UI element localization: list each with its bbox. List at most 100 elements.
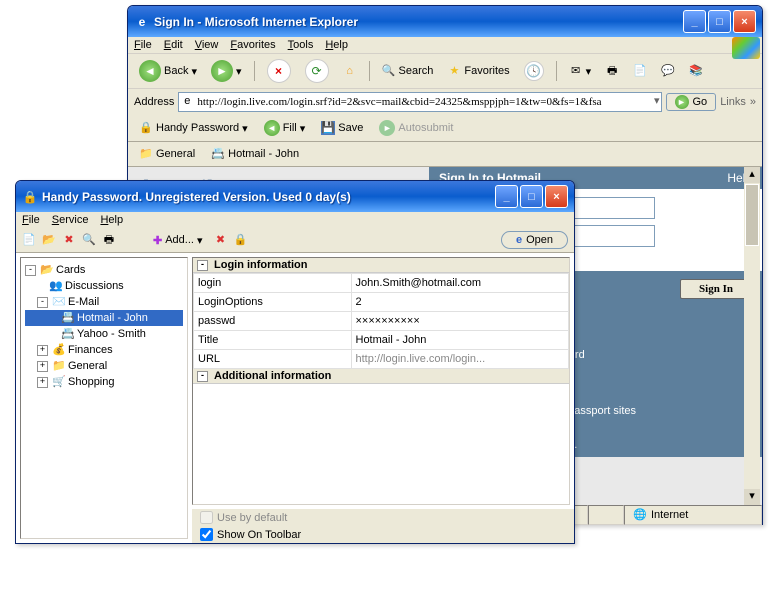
tree-discussions[interactable]: 👥Discussions [25,278,183,294]
autosubmit-button[interactable]: ►Autosubmit [374,118,458,138]
hp-toolbar: 📄 📂 ✖ 🔍 🖶 ✚Add... ▾ ✖ 🔒 eOpen [16,228,574,253]
handy-password-window: 🔒 Handy Password. Unregistered Version. … [15,180,575,544]
hp-maximize-button[interactable]: □ [520,185,543,208]
card-tree[interactable]: -📂Cards 👥Discussions -✉️E-Mail 📇Hotmail … [20,257,188,539]
expand-icon[interactable]: + [37,361,48,372]
row-login: loginJohn.Smith@hotmail.com [194,274,569,293]
tree-email[interactable]: -✉️E-Mail [25,294,183,310]
open-folder-icon[interactable]: 📂 [42,233,56,247]
expand-icon[interactable]: + [37,377,48,388]
tree-hotmail-john[interactable]: 📇Hotmail - John [25,310,183,326]
change-icon[interactable]: 🔒 [234,233,248,247]
section-login-info[interactable]: -Login information [193,258,569,273]
add-button[interactable]: ✚Add... ▾ [148,232,208,249]
detail-panel: -Login information loginJohn.Smith@hotma… [192,257,570,505]
fill-button[interactable]: ◄Fill ▾ [259,118,311,138]
close-button[interactable]: × [733,10,756,33]
remove-icon[interactable]: ✖ [214,233,228,247]
windows-logo-icon [732,37,760,59]
edit-button[interactable]: 📄 [628,62,652,80]
collapse-icon[interactable]: - [25,265,36,276]
minimize-button[interactable]: _ [683,10,706,33]
discuss-icon: 💬 [661,64,675,78]
menu-file[interactable]: File [134,39,152,51]
hp-close-button[interactable]: × [545,185,568,208]
maximize-button[interactable]: □ [708,10,731,33]
mail-button[interactable]: ✉▾ [564,62,597,80]
go-icon: ► [675,95,689,109]
address-label: Address [134,96,174,108]
autosubmit-icon: ► [379,120,395,136]
address-bar: Address e ▾ ►Go Links» [128,89,762,115]
hp-menu-file[interactable]: File [22,214,40,226]
print-icon[interactable]: 🖶 [102,233,116,247]
hp-bottom-options: Use by default Show On Toolbar [192,509,574,543]
section-additional-info[interactable]: -Additional information [193,369,569,384]
hp-lock-icon: 🔒 [22,189,38,205]
favorites-button[interactable]: ★Favorites [442,62,514,80]
links-label[interactable]: Links [720,96,746,108]
sign-in-button[interactable]: Sign In [680,279,752,299]
refresh-button[interactable]: ⟳ [300,57,334,85]
plus-icon: ✚ [153,234,162,247]
bookmark-general[interactable]: 📁General [134,145,200,163]
research-icon: 📚 [689,64,703,78]
tree-finances[interactable]: +💰Finances [25,342,183,358]
show-toolbar-checkbox[interactable] [200,528,213,541]
search-button[interactable]: 🔍Search [377,62,439,80]
home-button[interactable]: ⌂ [338,62,362,80]
address-input[interactable] [178,92,661,112]
hp-menu-service[interactable]: Service [52,214,89,226]
tree-general[interactable]: +📁General [25,358,183,374]
forward-button[interactable]: ► ▾ [206,58,247,84]
use-default-checkbox [200,511,213,524]
back-icon: ◄ [139,60,161,82]
tree-shopping[interactable]: +🛒Shopping [25,374,183,390]
menu-edit[interactable]: Edit [164,39,183,51]
save-button[interactable]: 💾Save [316,119,368,137]
expand-icon[interactable]: + [37,345,48,356]
fill-icon: ◄ [264,120,280,136]
ie-nav-toolbar: ◄Back ▾ ► ▾ × ⟳ ⌂ 🔍Search ★Favorites 🕓 ✉… [128,53,762,89]
discuss-button[interactable]: 💬 [656,62,680,80]
open-button[interactable]: eOpen [501,231,568,249]
research-button[interactable]: 📚 [684,62,708,80]
back-button[interactable]: ◄Back ▾ [134,58,202,84]
tree-yahoo-smith[interactable]: 📇Yahoo - Smith [25,326,183,342]
preview-icon[interactable]: 🔍 [82,233,96,247]
menu-tools[interactable]: Tools [288,39,314,51]
address-dropdown-icon[interactable]: ▾ [654,94,660,107]
globe-icon: 🌐 [633,508,647,522]
stop-button[interactable]: × [262,57,296,85]
scroll-up-icon[interactable]: ▴ [744,167,760,183]
collapse-icon[interactable]: - [197,371,208,382]
hp-title-bar: 🔒 Handy Password. Unregistered Version. … [16,181,574,212]
history-button[interactable]: 🕓 [519,59,549,83]
status-zone: Internet [651,509,688,521]
collapse-icon[interactable]: - [197,260,208,271]
delete-icon[interactable]: ✖ [62,233,76,247]
new-icon[interactable]: 📄 [22,233,36,247]
handy-brand[interactable]: 🔒Handy Password ▾ [134,119,253,137]
hp-minimize-button[interactable]: _ [495,185,518,208]
print-button[interactable]: 🖶 [600,62,624,80]
collapse-icon[interactable]: - [37,297,48,308]
home-icon: ⌂ [343,64,357,78]
menu-favorites[interactable]: Favorites [230,39,275,51]
go-button[interactable]: ►Go [666,93,717,111]
scrollbar-vertical[interactable]: ▴ ▾ [744,167,760,505]
handy-toolbar: 🔒Handy Password ▾ ◄Fill ▾ 💾Save ►Autosub… [128,115,762,142]
menu-view[interactable]: View [195,39,219,51]
ie-icon: e [516,234,522,246]
ie-title-text: Sign In - Microsoft Internet Explorer [154,15,681,29]
scroll-thumb[interactable] [745,184,759,246]
hp-menu-help[interactable]: Help [100,214,123,226]
row-url: URLhttp://login.live.com/login... [194,350,569,369]
menu-help[interactable]: Help [325,39,348,51]
bookmark-hotmail-john[interactable]: 📇Hotmail - John [206,145,304,163]
tree-cards[interactable]: -📂Cards [25,262,183,278]
mail-icon: ✉ [569,64,583,78]
row-loginoptions: LoginOptions2 [194,293,569,312]
scroll-down-icon[interactable]: ▾ [744,489,760,505]
print-icon: 🖶 [605,64,619,78]
